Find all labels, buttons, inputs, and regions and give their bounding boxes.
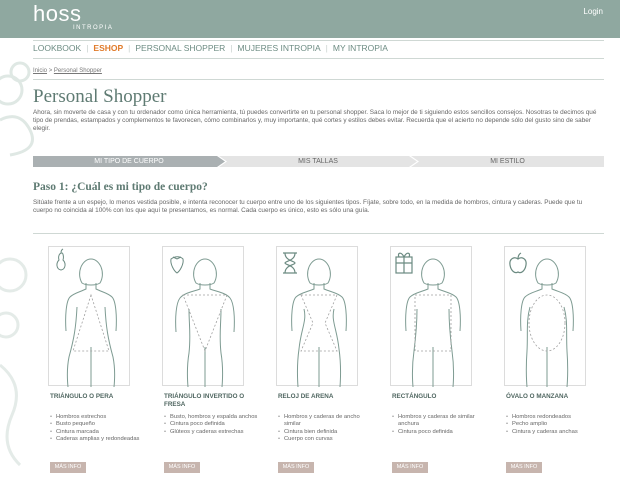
body-type-title: TRIÁNGULO O PERA — [50, 393, 114, 400]
apple-icon — [509, 252, 527, 274]
body-type-traits: Hombros estrechos Busto pequeño Cintura … — [50, 414, 140, 443]
breadcrumb-separator: > — [48, 68, 53, 74]
trait-item: Hombros y caderas de ancho similar — [278, 414, 368, 429]
step-heading: Paso 1: ¿Cuál es mi tipo de cuerpo? — [33, 181, 208, 193]
floral-decoration-lower — [0, 257, 28, 467]
trait-item: Busto pequeño — [50, 421, 140, 429]
more-info-button[interactable]: MÁS INFO — [164, 462, 200, 473]
trait-item: Pecho amplio — [506, 421, 600, 429]
trait-item: Hombros y caderas de similar anchura — [392, 414, 482, 429]
pear-icon — [56, 248, 66, 271]
body-type-title: RECTÁNGULO — [392, 393, 437, 400]
trait-item: Cintura bien definida — [278, 429, 368, 437]
nav-separator: | — [86, 43, 89, 53]
top-bar: hoss INTROPIA Login — [0, 0, 620, 38]
trait-item: Cuerpo con curvas — [278, 436, 368, 444]
nav-top-divider — [33, 40, 604, 41]
breadcrumb-current-link[interactable]: Personal Shopper — [54, 68, 102, 74]
trait-item: Hombros estrechos — [50, 414, 140, 422]
page-title: Personal Shopper — [33, 86, 167, 107]
hourglass-body-illustration — [283, 252, 347, 387]
body-type-title: TRIÁNGULO INVERTIDO O FRESA — [164, 393, 245, 408]
body-type-card-strawberry[interactable] — [162, 246, 244, 387]
body-type-card-apple[interactable] — [504, 246, 586, 387]
more-info-button[interactable]: MÁS INFO — [506, 462, 542, 473]
body-type-card-pear[interactable] — [48, 246, 130, 387]
step-tab-style[interactable]: MI ESTILO — [411, 156, 604, 167]
trait-item: Cintura marcada — [50, 429, 140, 437]
nav-item-personal-shopper[interactable]: PERSONAL SHOPPER — [135, 43, 225, 53]
intro-text: Ahora, sin moverte de casa y con tu orde… — [33, 109, 597, 133]
breadcrumb: Inicio > Personal Shopper — [33, 68, 102, 74]
nav-separator: | — [325, 43, 328, 53]
rectangle-body-illustration — [395, 252, 461, 387]
strawberry-body-illustration — [170, 256, 235, 387]
nav-separator: | — [230, 43, 233, 53]
body-type-card-rectangle[interactable] — [390, 246, 472, 387]
hourglass-icon — [283, 252, 297, 274]
nav-separator: | — [128, 43, 131, 53]
trait-item: Hombros redondeados — [506, 414, 600, 422]
trait-item: Cintura y caderas anchas — [506, 429, 600, 437]
strawberry-icon — [170, 256, 184, 274]
logo-subtitle: INTROPIA — [73, 25, 114, 31]
breadcrumb-home-link[interactable]: Inicio — [33, 68, 47, 74]
trait-item: Busto, hombros y espalda anchos — [164, 414, 258, 422]
trait-item: Cintura poco definida — [164, 421, 258, 429]
gift-box-icon — [395, 252, 413, 274]
nav-item-lookbook[interactable]: LOOKBOOK — [33, 43, 81, 53]
step-instructions: Sitúate frente a un espejo, lo menos ves… — [33, 199, 583, 215]
breadcrumb-divider — [33, 79, 604, 80]
nav-item-mujeres-intropia[interactable]: MUJERES INTROPIA — [238, 43, 321, 53]
brand-logo[interactable]: hoss INTROPIA — [33, 1, 112, 32]
nav-item-my-intropia[interactable]: MY INTROPIA — [333, 43, 388, 53]
step-progress-bar: MI TIPO DE CUERPO MIS TALLAS MI ESTILO — [33, 156, 604, 167]
step-tab-sizes[interactable]: MIS TALLAS — [219, 156, 417, 167]
main-nav: LOOKBOOK | ESHOP | PERSONAL SHOPPER | MUJERES … — [33, 43, 388, 53]
logo-name: hoss — [33, 1, 82, 26]
section-divider — [33, 233, 604, 234]
body-type-traits: Busto, hombros y espalda anchos Cintura … — [164, 414, 258, 436]
nav-bottom-divider — [33, 58, 604, 59]
body-type-traits: Hombros redondeados Pecho amplio Cintura… — [506, 414, 600, 436]
pear-body-illustration — [56, 248, 117, 387]
more-info-button[interactable]: MÁS INFO — [278, 462, 314, 473]
trait-item: Caderas amplias y redondeadas — [50, 436, 140, 444]
body-type-card-hourglass[interactable] — [276, 246, 358, 387]
body-type-traits: Hombros y caderas de ancho similar Cintu… — [278, 414, 368, 443]
step-tab-body-type[interactable]: MI TIPO DE CUERPO — [33, 156, 225, 167]
body-type-traits: Hombros y caderas de similar anchura Cin… — [392, 414, 482, 436]
trait-item: Cintura poco definida — [392, 429, 482, 437]
more-info-button[interactable]: MÁS INFO — [50, 462, 86, 473]
body-type-title: ÓVALO O MANZANA — [506, 393, 569, 400]
trait-item: Glúteos y caderas estrechas — [164, 429, 258, 437]
apple-body-illustration — [509, 252, 574, 387]
nav-item-eshop[interactable]: ESHOP — [93, 43, 123, 53]
login-link[interactable]: Login — [583, 7, 603, 16]
more-info-button[interactable]: MÁS INFO — [392, 462, 428, 473]
body-type-title: RELOJ DE ARENA — [278, 393, 334, 400]
